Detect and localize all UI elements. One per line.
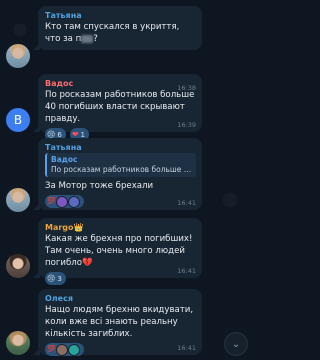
- message-time: 16:41: [177, 199, 196, 207]
- reactions: 😢 3: [45, 272, 196, 285]
- reactor-avatar: [55, 195, 68, 208]
- avatar[interactable]: [6, 254, 30, 278]
- reactor-avatar: [67, 343, 80, 356]
- message-time: 16:38: [177, 84, 196, 92]
- message-bubble[interactable]: Татьяна Кто там спускался в укриття, что…: [33, 6, 202, 50]
- quote-author: Вадос: [51, 155, 78, 164]
- bubble-tail: [33, 271, 40, 278]
- author-name[interactable]: Margo👑: [45, 222, 196, 233]
- message-bubble[interactable]: Margo👑 Какая же брехня про погибших! Там…: [33, 218, 202, 285]
- quote-text: По росказам работников больше 40 погибш.…: [51, 165, 192, 174]
- message-row: Татьяна Кто там спускался в укриття, что…: [0, 6, 251, 68]
- reactions: 💯: [45, 343, 196, 356]
- reply-quote[interactable]: Вадос По росказам работников больше 40 п…: [45, 153, 196, 177]
- bubble-tail: [33, 125, 40, 132]
- reactor-avatar: [55, 343, 68, 356]
- author-name[interactable]: Вадос: [45, 78, 196, 89]
- avatar[interactable]: [6, 331, 30, 355]
- message-row: Олеся Нащо людям брехню вкидувати, коли …: [0, 289, 251, 356]
- hundred-points-icon: 💯: [47, 197, 56, 205]
- crying-face-icon: 😢: [47, 274, 56, 283]
- author-name[interactable]: Татьяна: [45, 142, 196, 153]
- message-time: 16:41: [177, 344, 196, 352]
- avatar-letter: B: [13, 113, 23, 127]
- message-row: B Вадос По росказам работников больше 40…: [0, 74, 251, 141]
- hundred-points-icon: 💯: [47, 345, 56, 353]
- blurred-spoiler[interactable]: [81, 34, 94, 43]
- reaction-chip[interactable]: 💯: [45, 343, 84, 356]
- message-time: 16:39: [177, 121, 196, 129]
- message-text: Нащо людям брехню вкидувати, коли вже вс…: [45, 305, 194, 339]
- chat-area: Татьяна Кто там спускался в укриття, что…: [0, 0, 251, 360]
- message-text: За Мотор тоже брехали: [45, 181, 154, 191]
- author-name[interactable]: Олеся: [45, 293, 196, 304]
- message-bubble[interactable]: Вадос По росказам работников больше 40 п…: [33, 74, 202, 141]
- message-row: Татьяна Вадос По росказам работников бол…: [0, 138, 251, 213]
- chevron-down-icon: ⌄: [231, 338, 241, 350]
- message-bubble[interactable]: Олеся Нащо людям брехню вкидувати, коли …: [33, 289, 202, 356]
- message-bubble[interactable]: Татьяна Вадос По росказам работников бол…: [33, 138, 202, 210]
- bubble-tail: [33, 348, 40, 355]
- avatar[interactable]: [6, 44, 30, 68]
- bubble-tail: [33, 203, 40, 210]
- avatar[interactable]: B: [6, 108, 30, 132]
- reaction-chip[interactable]: 💯: [45, 195, 84, 208]
- message-text: По росказам работников больше 40 погибши…: [45, 90, 195, 124]
- scroll-down-button[interactable]: ⌄: [224, 332, 248, 356]
- avatar[interactable]: [6, 188, 30, 212]
- message-time: 16:41: [177, 267, 196, 275]
- author-name[interactable]: Татьяна: [45, 10, 196, 21]
- reaction-count: 3: [57, 274, 62, 283]
- bubble-tail: [33, 43, 40, 50]
- message-text: Какая же брехня про погибших! Там очень,…: [45, 234, 193, 268]
- reaction-chip[interactable]: 😢 3: [45, 272, 66, 285]
- message-text: Кто там спускался в укриття, что за п?: [45, 22, 180, 44]
- crown-icon: 👑: [73, 223, 84, 232]
- reactor-avatar: [67, 195, 80, 208]
- message-row: Margo👑 Какая же брехня про погибших! Там…: [0, 218, 251, 285]
- reactions: 💯: [45, 195, 196, 208]
